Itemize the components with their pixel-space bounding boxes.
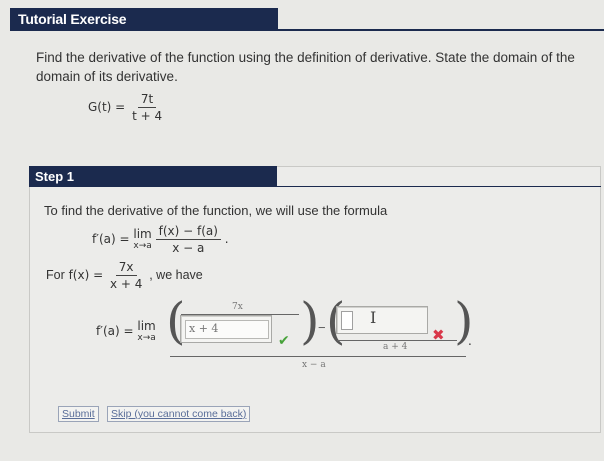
minus-sign: − (318, 320, 326, 335)
step-rule (29, 186, 601, 187)
outer-fraction-bar (170, 356, 466, 357)
formula-fraction: f(x) − f(a) x − a (155, 224, 221, 255)
function-fraction: 7t t + 4 (129, 92, 165, 123)
answer-box-1[interactable]: x + 4 (180, 315, 272, 343)
page: Tutorial Exercise Find the derivative of… (0, 0, 604, 461)
answer-lhs: f′(a) = lim x→a (96, 319, 156, 344)
box2-denominator: a + 4 (383, 342, 408, 352)
derivative-formula: f′(a) = lim x→a f(x) − f(a) x − a . (92, 224, 229, 255)
function-expression: G(t) = 7t t + 4 (88, 92, 165, 123)
formula-numerator: f(x) − f(a) (155, 224, 221, 240)
correct-check-icon: ✔ (278, 332, 290, 348)
box2-fraction-bar (337, 340, 457, 341)
function-numerator: 7t (137, 92, 157, 108)
submit-button[interactable]: Submit (58, 406, 99, 422)
answer-limit: lim x→a (137, 319, 156, 344)
step-intro: To find the derivative of the function, … (44, 203, 388, 218)
denominator-input[interactable]: x + 4 (185, 320, 269, 339)
outer-denominator: x − a (302, 360, 326, 370)
formula-limit: lim x→a (133, 227, 152, 252)
box1-numerator: 7x (232, 302, 243, 312)
right-paren-1: ) (300, 292, 320, 350)
function-denominator: t + 4 (132, 109, 163, 123)
answer-box-2[interactable] (336, 306, 428, 334)
formula-denominator: x − a (172, 241, 205, 255)
tutorial-header: Tutorial Exercise (10, 8, 278, 30)
incorrect-x-icon: ✖ (432, 327, 445, 344)
formula-lhs: f′(a) = (92, 232, 130, 246)
function-lhs: G(t) = (88, 100, 126, 114)
given-fraction: 7x x + 4 (109, 260, 143, 291)
given-function: For f(x) = 7x x + 4 , we have (46, 260, 203, 291)
step-header: Step 1 (29, 166, 277, 186)
text-cursor-icon: I (370, 308, 377, 327)
header-rule (10, 29, 604, 31)
skip-button[interactable]: Skip (you cannot come back) (107, 406, 251, 422)
numerator-input[interactable] (341, 311, 353, 330)
problem-text: Find the derivative of the function usin… (36, 50, 575, 84)
